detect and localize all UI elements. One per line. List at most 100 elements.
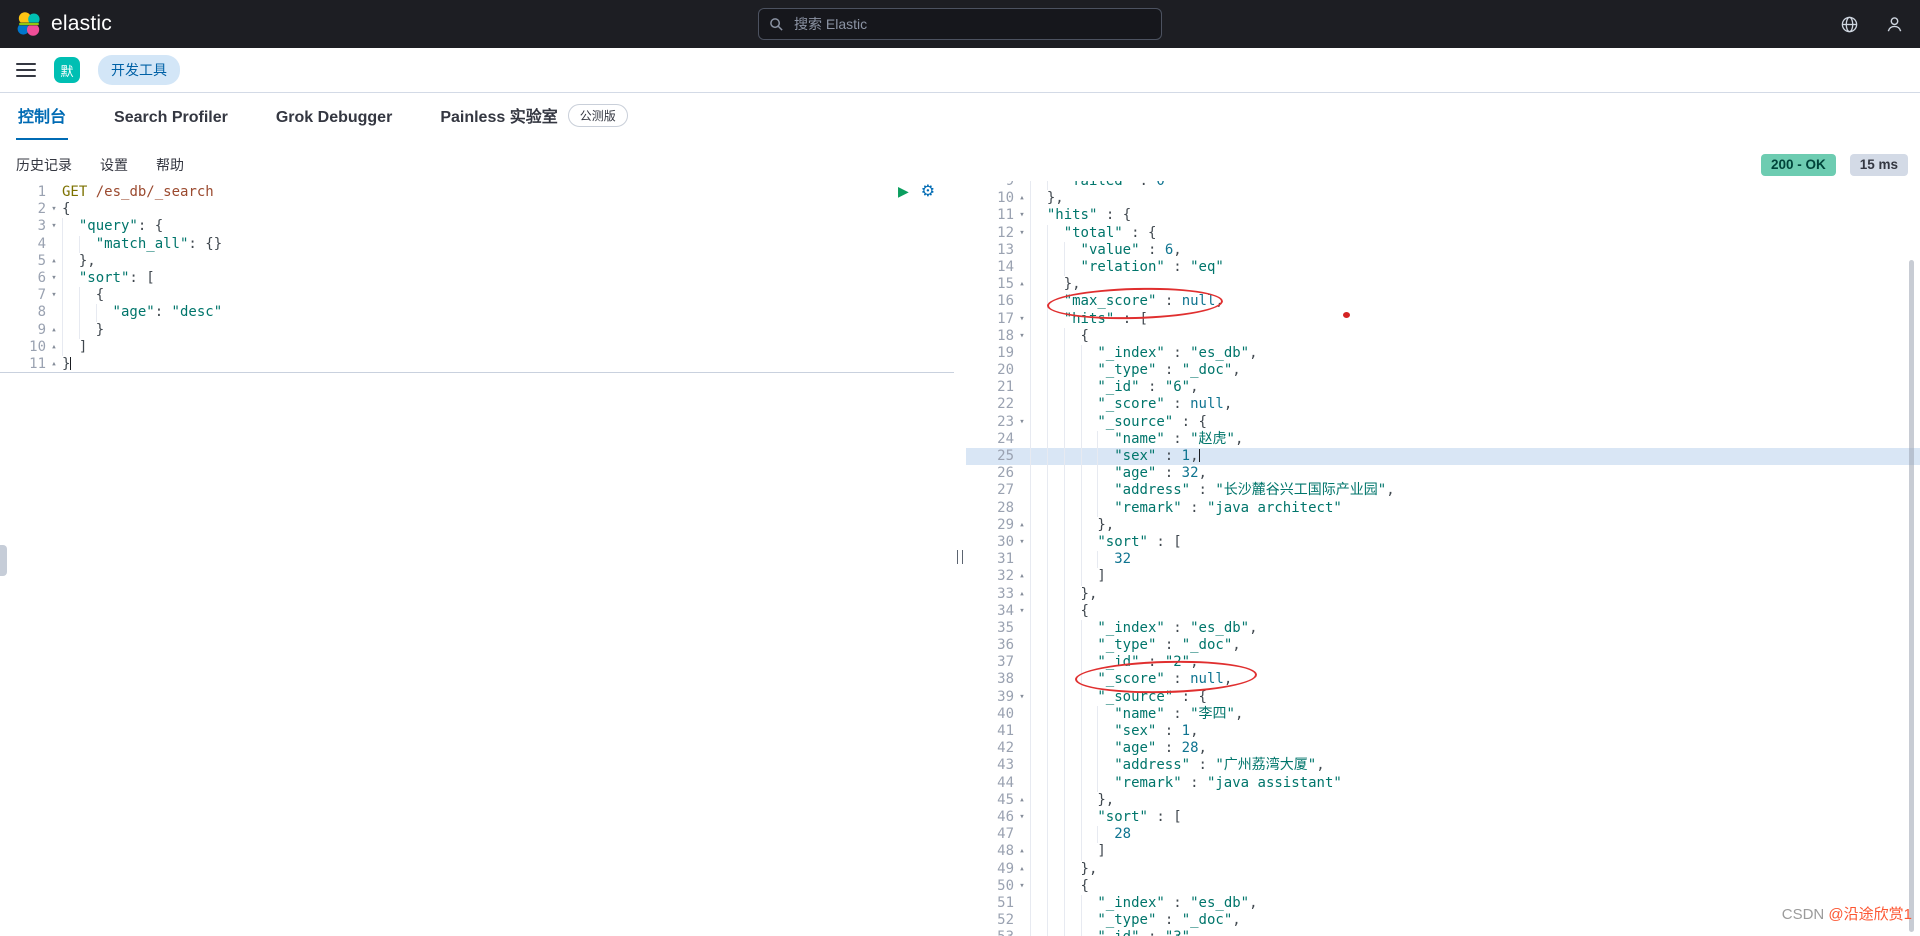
code-line[interactable]: 49 ▴},: [966, 861, 1920, 878]
code-line[interactable]: 51 "_index" : "es_db",: [966, 895, 1920, 912]
menu-item-history[interactable]: 历史记录: [16, 155, 72, 175]
code-line[interactable]: 27 "address" : "长沙麓谷兴工国际产业园",: [966, 482, 1920, 499]
fold-toggle-icon[interactable]: ▾: [1014, 603, 1030, 620]
fold-toggle-icon[interactable]: ▾: [1014, 207, 1030, 224]
code-line[interactable]: 22 "_score" : null,: [966, 396, 1920, 413]
code-line[interactable]: 38 "_score" : null,: [966, 671, 1920, 688]
fold-toggle-icon[interactable]: ▾: [1014, 225, 1030, 242]
code-line[interactable]: 5 ▴},: [0, 253, 954, 270]
code-line[interactable]: 41 "sex" : 1,: [966, 723, 1920, 740]
fold-toggle-icon[interactable]: ▴: [1014, 276, 1030, 293]
play-icon[interactable]: ▶: [898, 183, 909, 199]
code-line[interactable]: 31 32: [966, 551, 1920, 568]
fold-toggle-icon[interactable]: ▾: [1014, 809, 1030, 826]
code-line[interactable]: 9 ▴}: [0, 322, 954, 339]
code-line[interactable]: 8 "age": "desc": [0, 304, 954, 321]
code-line[interactable]: 13 "value" : 6,: [966, 242, 1920, 259]
fold-toggle-icon[interactable]: ▴: [1014, 792, 1030, 809]
code-line[interactable]: 37 "_id" : "2",: [966, 654, 1920, 671]
fold-toggle-icon[interactable]: ▾: [1014, 534, 1030, 551]
fold-toggle-icon[interactable]: ▴: [1014, 568, 1030, 585]
fold-toggle-icon[interactable]: ▾: [46, 270, 62, 287]
menu-icon[interactable]: [16, 63, 36, 77]
breadcrumb[interactable]: 开发工具: [98, 55, 180, 85]
response-viewer[interactable]: 9 "failed" : 0 10 ▴}, 11 ▾ "hits" : {12 ▾ "total…: [966, 181, 1920, 936]
code-line[interactable]: 39 ▾ "_source" : {: [966, 689, 1920, 706]
code-line[interactable]: 30 ▾ "sort" : [: [966, 534, 1920, 551]
fold-toggle-icon[interactable]: ▾: [46, 287, 62, 304]
fold-toggle-icon[interactable]: ▾: [1014, 311, 1030, 328]
code-line[interactable]: 53 "_id" : "3",: [966, 929, 1920, 936]
fold-toggle-icon[interactable]: ▾: [1014, 878, 1030, 895]
fold-toggle-icon[interactable]: ▴: [1014, 843, 1030, 860]
space-avatar[interactable]: 默: [54, 57, 80, 83]
code-line[interactable]: 45 ▴},: [966, 792, 1920, 809]
code-line[interactable]: 20 "_type" : "_doc",: [966, 362, 1920, 379]
code-line[interactable]: 52 "_type" : "_doc",: [966, 912, 1920, 929]
code-line[interactable]: 16 "max_score" : null,: [966, 293, 1920, 310]
code-line[interactable]: 1 GET /es_db/_search: [0, 184, 954, 201]
tab-painless-lab[interactable]: Painless 实验室 公测版: [438, 91, 629, 140]
code-line[interactable]: 36 "_type" : "_doc",: [966, 637, 1920, 654]
code-line[interactable]: 50 ▾ {: [966, 878, 1920, 895]
code-line[interactable]: 10 ▴},: [966, 190, 1920, 207]
code-line[interactable]: 4 "match_all": {}: [0, 236, 954, 253]
code-line[interactable]: 18 ▾ {: [966, 328, 1920, 345]
code-line[interactable]: 11 ▾ "hits" : {: [966, 207, 1920, 224]
code-line[interactable]: 17 ▾ "hits" : [: [966, 311, 1920, 328]
code-line[interactable]: 9 "failed" : 0: [966, 181, 1920, 190]
code-line[interactable]: 33 ▴},: [966, 586, 1920, 603]
code-line[interactable]: 43 "address" : "广州荔湾大厦",: [966, 757, 1920, 774]
code-line[interactable]: 25 "sex" : 1,: [966, 448, 1920, 466]
code-line[interactable]: 3 ▾ "query": {: [0, 218, 954, 235]
fold-toggle-icon[interactable]: ▴: [1014, 861, 1030, 878]
code-line[interactable]: 46 ▾ "sort" : [: [966, 809, 1920, 826]
code-line[interactable]: 48 ▴]: [966, 843, 1920, 860]
tab-search-profiler[interactable]: Search Profiler: [112, 97, 230, 140]
code-line[interactable]: 15 ▴},: [966, 276, 1920, 293]
tab-grok-debugger[interactable]: Grok Debugger: [274, 97, 394, 140]
fold-toggle-icon[interactable]: ▾: [46, 218, 62, 235]
fold-toggle-icon[interactable]: ▾: [1014, 328, 1030, 345]
fold-toggle-icon[interactable]: ▴: [46, 253, 62, 270]
code-line[interactable]: 14 "relation" : "eq": [966, 259, 1920, 276]
code-line[interactable]: 2 ▾{: [0, 201, 954, 218]
code-line[interactable]: 34 ▾ {: [966, 603, 1920, 620]
code-line[interactable]: 28 "remark" : "java architect": [966, 500, 1920, 517]
code-line[interactable]: 7 ▾ {: [0, 287, 954, 304]
edge-grip[interactable]: [0, 545, 7, 576]
code-line[interactable]: 21 "_id" : "6",: [966, 379, 1920, 396]
fold-toggle-icon[interactable]: ▾: [1014, 689, 1030, 706]
wrench-icon[interactable]: ⚙︎: [921, 183, 935, 199]
code-line[interactable]: 32 ▴]: [966, 568, 1920, 585]
panel-splitter[interactable]: [954, 181, 966, 936]
code-line[interactable]: 19 "_index" : "es_db",: [966, 345, 1920, 362]
fold-toggle-icon[interactable]: ▴: [46, 322, 62, 339]
menu-item-settings[interactable]: 设置: [100, 155, 128, 175]
code-line[interactable]: 23 ▾ "_source" : {: [966, 414, 1920, 431]
search-input[interactable]: [792, 15, 1151, 33]
code-line[interactable]: 26 "age" : 32,: [966, 465, 1920, 482]
fold-toggle-icon[interactable]: ▴: [1014, 517, 1030, 534]
code-line[interactable]: 29 ▴},: [966, 517, 1920, 534]
user-icon[interactable]: [1885, 15, 1904, 34]
globe-icon[interactable]: [1840, 15, 1859, 34]
code-line[interactable]: 35 "_index" : "es_db",: [966, 620, 1920, 637]
elastic-logo[interactable]: elastic: [0, 11, 112, 37]
request-editor[interactable]: 1 GET /es_db/_search 2 ▾{3 ▾ "query": {4 "matc…: [0, 181, 954, 936]
code-line[interactable]: 47 28: [966, 826, 1920, 843]
code-line[interactable]: 42 "age" : 28,: [966, 740, 1920, 757]
code-line[interactable]: 12 ▾ "total" : {: [966, 225, 1920, 242]
fold-toggle-icon[interactable]: ▴: [46, 339, 62, 356]
code-line[interactable]: 11 ▴}: [0, 356, 954, 373]
code-line[interactable]: 10 ▴]: [0, 339, 954, 356]
fold-toggle-icon[interactable]: ▴: [1014, 190, 1030, 207]
code-line[interactable]: 44 "remark" : "java assistant": [966, 775, 1920, 792]
scrollbar-thumb[interactable]: [1909, 260, 1914, 932]
menu-item-help[interactable]: 帮助: [156, 155, 184, 175]
fold-toggle-icon[interactable]: ▾: [1014, 414, 1030, 431]
tab-console[interactable]: 控制台: [16, 91, 69, 140]
code-line[interactable]: 6 ▾ "sort": [: [0, 270, 954, 287]
fold-toggle-icon[interactable]: ▴: [46, 356, 62, 373]
code-line[interactable]: 24 "name" : "赵虎",: [966, 431, 1920, 448]
